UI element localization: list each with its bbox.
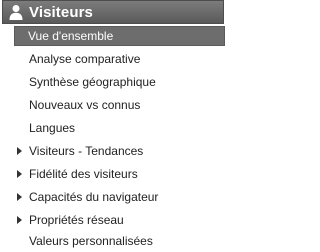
menu-item-proprietes-reseau[interactable]: Propriétés réseau	[14, 209, 226, 231]
menu-item-capacites-navigateur[interactable]: Capacités du navigateur	[14, 186, 226, 208]
visitors-nav-panel: Visiteurs Vue d'ensemble Analyse compara…	[0, 0, 226, 250]
person-icon	[8, 3, 24, 21]
menu-item-label: Valeurs personnalisées	[29, 234, 153, 248]
expand-arrow-icon[interactable]	[17, 147, 22, 155]
menu-item-label: Propriétés réseau	[29, 213, 124, 227]
menu-item-visiteurs-tendances[interactable]: Visiteurs - Tendances	[14, 140, 226, 162]
menu-item-label: Langues	[29, 121, 76, 135]
menu-item-label: Synthèse géographique	[29, 75, 156, 89]
expand-arrow-icon[interactable]	[17, 216, 22, 224]
menu-item-analyse-comparative[interactable]: Analyse comparative	[14, 48, 226, 70]
menu-item-label: Capacités du navigateur	[29, 190, 159, 204]
menu-item-nouveaux-vs-connus[interactable]: Nouveaux vs connus	[14, 94, 226, 116]
menu-item-vue-ensemble[interactable]: Vue d'ensemble	[14, 26, 225, 46]
menu-item-synthese-geographique[interactable]: Synthèse géographique	[14, 71, 226, 93]
expand-arrow-icon[interactable]	[17, 170, 22, 178]
menu-item-fidelite-visiteurs[interactable]: Fidélité des visiteurs	[14, 163, 226, 185]
expand-arrow-icon[interactable]	[17, 193, 22, 201]
menu-item-label: Vue d'ensemble	[28, 29, 114, 43]
menu-item-label: Analyse comparative	[29, 52, 141, 66]
section-title: Visiteurs	[29, 3, 93, 21]
section-header-visiteurs[interactable]: Visiteurs	[2, 0, 224, 24]
menu-item-valeurs-personnalisees[interactable]: Valeurs personnalisées	[14, 230, 226, 252]
menu-item-label: Nouveaux vs connus	[29, 98, 141, 112]
menu-item-label: Visiteurs - Tendances	[29, 144, 144, 158]
menu-item-langues[interactable]: Langues	[14, 117, 226, 139]
menu-item-label: Fidélité des visiteurs	[29, 167, 138, 181]
